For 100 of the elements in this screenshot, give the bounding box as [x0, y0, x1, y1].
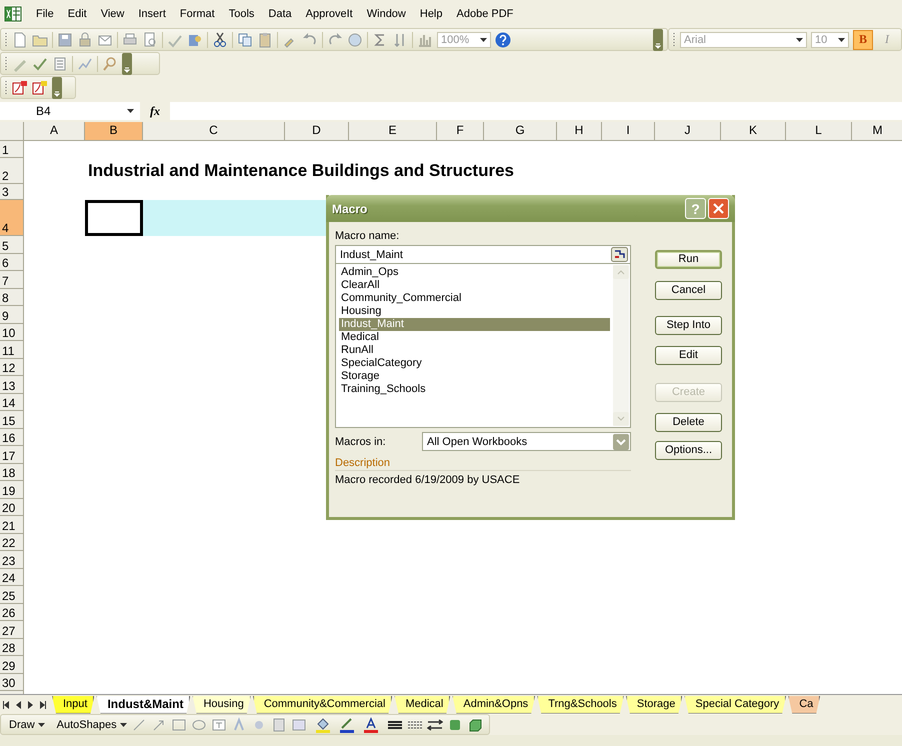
- row-header[interactable]: 29: [0, 656, 24, 674]
- row-header[interactable]: 21: [0, 516, 24, 534]
- macro-name-field[interactable]: Indust_Maint: [335, 245, 631, 264]
- menu-item[interactable]: Format: [180, 8, 215, 20]
- dropdown-arrow-icon[interactable]: [120, 722, 127, 726]
- row-header[interactable]: 3: [0, 184, 24, 200]
- lock-icon[interactable]: [77, 32, 93, 48]
- row-header[interactable]: 28: [0, 638, 24, 656]
- row-header[interactable]: 19: [0, 481, 24, 498]
- printer-icon[interactable]: [122, 32, 138, 48]
- preview-icon[interactable]: [142, 32, 158, 48]
- row-header[interactable]: 8: [0, 288, 24, 306]
- dropdown-arrow-icon[interactable]: [796, 38, 803, 42]
- menu-item[interactable]: Insert: [138, 8, 166, 20]
- macro-list-item[interactable]: Training_Schools: [339, 383, 610, 396]
- column-header[interactable]: C: [143, 122, 285, 140]
- row-header[interactable]: 4: [0, 200, 24, 236]
- sheet-tab[interactable]: Community&Commercial: [252, 696, 392, 714]
- line-color-icon[interactable]: [338, 716, 355, 732]
- dialog-button[interactable]: Step Into: [655, 316, 722, 335]
- font-color-icon[interactable]: [362, 716, 379, 732]
- toolbar-grip-icon[interactable]: [5, 56, 8, 72]
- column-header[interactable]: H: [557, 122, 602, 140]
- first-sheet-icon[interactable]: [3, 700, 10, 708]
- menu-item[interactable]: Window: [366, 8, 406, 20]
- toolbar-options-icon[interactable]: [52, 76, 62, 98]
- row-header[interactable]: 24: [0, 568, 24, 586]
- column-header[interactable]: M: [852, 122, 902, 140]
- magnifier-icon[interactable]: [102, 56, 118, 72]
- previous-sheet-icon[interactable]: [15, 700, 22, 708]
- macros-in-dropdown[interactable]: All Open Workbooks: [422, 432, 631, 451]
- row-header[interactable]: 12: [0, 358, 24, 376]
- formula-field[interactable]: [170, 102, 902, 120]
- row-header[interactable]: 5: [0, 236, 24, 254]
- column-header[interactable]: G: [484, 122, 557, 140]
- function-label[interactable]: fx: [140, 104, 170, 118]
- text-box-icon[interactable]: [210, 716, 227, 732]
- rectangle-icon[interactable]: [170, 716, 187, 732]
- scrollbar[interactable]: [613, 265, 629, 426]
- row-header[interactable]: 15: [0, 411, 24, 428]
- dialog-button[interactable]: Options...: [655, 441, 722, 460]
- row-header[interactable]: 26: [0, 604, 24, 621]
- row-header[interactable]: 9: [0, 306, 24, 324]
- column-header[interactable]: D: [285, 122, 349, 140]
- menu-item[interactable]: Edit: [68, 8, 87, 20]
- dropdown-arrow-icon[interactable]: [127, 109, 134, 113]
- clipboard-icon[interactable]: [257, 32, 273, 48]
- row-header[interactable]: 23: [0, 551, 24, 568]
- row-header[interactable]: 16: [0, 428, 24, 446]
- filled-cell[interactable]: [143, 200, 285, 236]
- column-header[interactable]: L: [786, 122, 852, 140]
- scroll-down-icon[interactable]: [613, 412, 629, 426]
- autoshapes-menu[interactable]: AutoShapes: [56, 718, 127, 730]
- row-header[interactable]: 18: [0, 464, 24, 481]
- menu-item[interactable]: Help: [420, 8, 442, 20]
- row-header[interactable]: 10: [0, 324, 24, 341]
- macro-list-item[interactable]: ClearAll: [339, 279, 610, 292]
- dialog-button[interactable]: Delete: [655, 413, 722, 432]
- row-header[interactable]: 2: [0, 158, 24, 184]
- row-header[interactable]: 17: [0, 446, 24, 464]
- macro-list-item[interactable]: SpecialCategory: [339, 357, 610, 370]
- fill-bucket-icon[interactable]: [314, 716, 331, 732]
- dropdown-arrow-icon[interactable]: [38, 722, 45, 726]
- column-header[interactable]: K: [721, 122, 786, 140]
- toolbar-options-icon[interactable]: [122, 52, 132, 74]
- scissors-icon[interactable]: [212, 32, 228, 48]
- pdf-icon[interactable]: [12, 80, 28, 96]
- row-header[interactable]: 14: [0, 394, 24, 411]
- spreadsheet-icon[interactable]: [4, 6, 22, 22]
- pdf-note-icon[interactable]: [32, 80, 48, 96]
- sheet-tab[interactable]: Housing: [192, 696, 251, 714]
- row-header[interactable]: 27: [0, 621, 24, 638]
- macro-list[interactable]: Admin_Ops ClearAll Community_Commercial Housing Indust_Maint Medical RunAll SpecialCategory Storage Training_Schools: [335, 264, 631, 428]
- macro-list-item[interactable]: RunAll: [339, 344, 610, 357]
- new-document-icon[interactable]: [12, 32, 28, 48]
- check-icon[interactable]: [32, 56, 48, 72]
- menu-item[interactable]: Adobe PDF: [456, 8, 514, 20]
- dropdown-arrow-icon[interactable]: [480, 38, 487, 42]
- name-box[interactable]: B4: [0, 102, 140, 120]
- sheet-tab[interactable]: Indust&Maint: [96, 696, 190, 714]
- toolbar-grip-icon[interactable]: [5, 32, 8, 48]
- column-header[interactable]: F: [437, 122, 484, 140]
- column-header[interactable]: J: [655, 122, 721, 140]
- macro-list-item[interactable]: Medical: [339, 331, 610, 344]
- row-header[interactable]: 13: [0, 376, 24, 394]
- document-icon[interactable]: [52, 56, 68, 72]
- row-header[interactable]: 6: [0, 254, 24, 271]
- row-header[interactable]: 20: [0, 498, 24, 516]
- row-header[interactable]: 1: [0, 141, 24, 158]
- dialog-button[interactable]: Cancel: [655, 281, 722, 300]
- sheet-tab[interactable]: Trng&Schools: [537, 696, 624, 714]
- close-button[interactable]: [708, 198, 729, 219]
- menu-item[interactable]: Tools: [228, 8, 254, 20]
- sheet-tab[interactable]: Storage: [626, 696, 682, 714]
- dialog-button[interactable]: Run: [655, 250, 722, 269]
- macro-list-item[interactable]: Storage: [339, 370, 610, 383]
- sheet-tab[interactable]: Ca: [788, 696, 820, 714]
- row-header[interactable]: 11: [0, 341, 24, 358]
- row-header[interactable]: 22: [0, 534, 24, 551]
- toolbar-grip-icon[interactable]: [5, 80, 8, 96]
